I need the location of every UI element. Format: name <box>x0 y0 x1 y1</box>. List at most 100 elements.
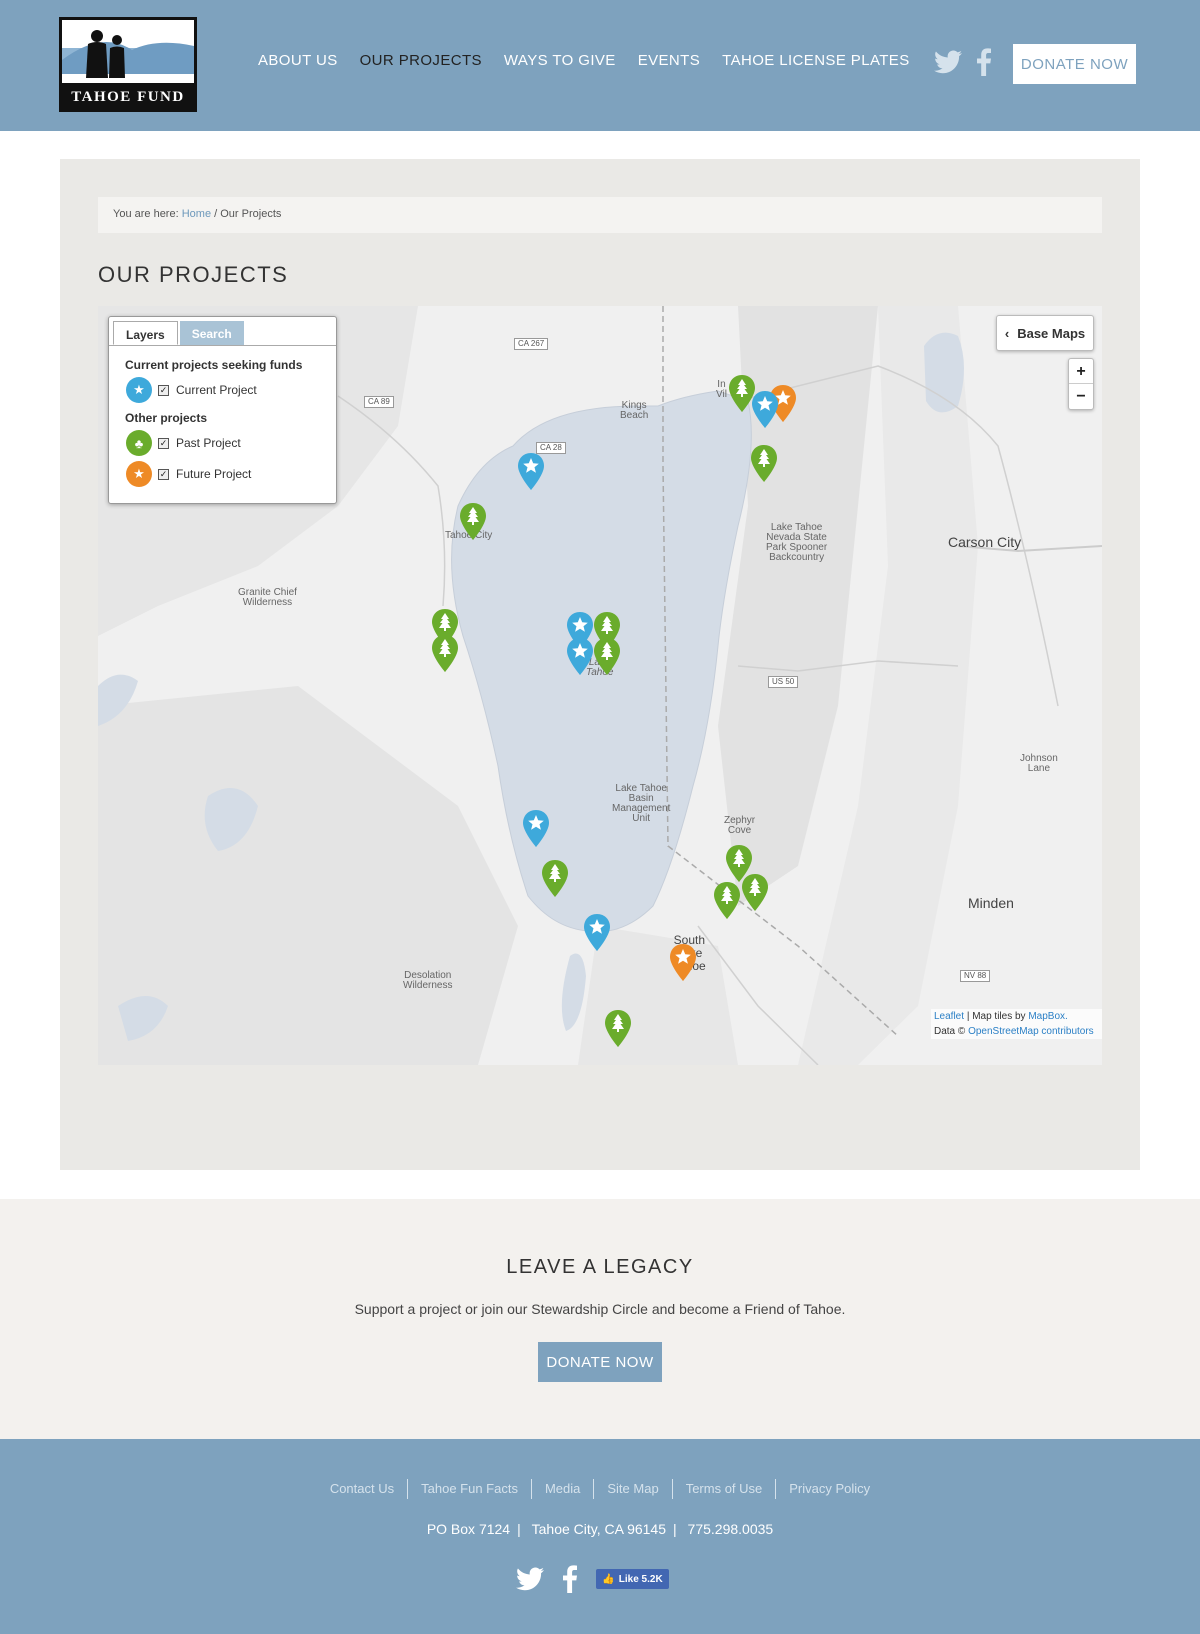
future-project-checkbox[interactable]: ✓ <box>158 468 169 480</box>
legend-current-row: ★ ✓ Current Project <box>126 377 336 403</box>
tiles-text: | Map tiles by <box>966 1011 1026 1022</box>
nav-tahoe-license-plates[interactable]: TAHOE LICENSE PLATES <box>722 52 910 69</box>
map-label-carson-city: Carson City <box>948 534 1022 550</box>
donate-now-button[interactable]: DONATE NOW <box>1013 44 1136 84</box>
nav-about-us[interactable]: ABOUT US <box>258 52 338 69</box>
current-project-marker[interactable] <box>516 452 546 492</box>
facebook-icon[interactable] <box>562 1565 578 1593</box>
footer-links: Contact Us Tahoe Fun Facts Media Site Ma… <box>0 1479 1200 1499</box>
zoom-in-button[interactable]: + <box>1069 359 1093 384</box>
footer-link-privacy-policy[interactable]: Privacy Policy <box>775 1479 883 1499</box>
nav-our-projects[interactable]: OUR PROJECTS <box>360 52 482 69</box>
layers-control: Layers Search Current projects seeking f… <box>108 316 337 504</box>
base-maps-button[interactable]: ‹ Base Maps <box>996 315 1094 351</box>
zoom-control: + − <box>1068 358 1094 410</box>
footer-link-contact-us[interactable]: Contact Us <box>317 1479 407 1499</box>
legend-current-label: Current Project <box>176 383 257 397</box>
breadcrumb: You are here: Home / Our Projects <box>98 197 1102 233</box>
map-label-granite-chief: Granite Chief Wilderness <box>238 587 297 608</box>
osm-link[interactable]: OpenStreetMap contributors <box>968 1026 1094 1037</box>
legend-past-row: ♣ ✓ Past Project <box>126 430 336 456</box>
fb-like-label: Like 5.2K <box>618 1573 663 1585</box>
past-project-checkbox[interactable]: ✓ <box>158 437 169 449</box>
current-project-marker[interactable] <box>750 390 780 430</box>
legend-past-label: Past Project <box>176 436 241 450</box>
road-shield-ca89: CA 89 <box>364 396 394 408</box>
breadcrumb-separator: / <box>214 208 218 220</box>
footer-city: Tahoe City, CA 96145 <box>531 1521 667 1537</box>
projects-map[interactable]: Kings Beach Tahoe City In Vil Granite Ch… <box>98 306 1102 1065</box>
logo-text: TAHOE FUND <box>71 89 185 105</box>
legend-future-row: ★ ✓ Future Project <box>126 461 336 487</box>
twitter-icon[interactable] <box>516 1567 544 1591</box>
content-panel: You are here: Home / Our Projects OUR PR… <box>60 159 1140 1170</box>
map-label-zephyr-cove: Zephyr Cove <box>724 815 756 836</box>
legacy-title: LEAVE A LEGACY <box>506 1256 694 1278</box>
past-project-marker[interactable] <box>430 634 460 674</box>
footer-link-terms-of-use[interactable]: Terms of Use <box>671 1479 776 1499</box>
breadcrumb-home-link[interactable]: Home <box>182 208 211 220</box>
breadcrumb-prefix: You are here: <box>113 208 179 220</box>
facebook-icon[interactable] <box>976 48 992 76</box>
zoom-out-button[interactable]: − <box>1069 384 1093 409</box>
twitter-icon[interactable] <box>934 50 962 74</box>
legend-other-heading: Other projects <box>125 411 208 425</box>
data-text: Data © <box>934 1026 966 1037</box>
map-label-desolation-wilderness: Desolation Wilderness <box>403 970 453 991</box>
past-project-marker[interactable] <box>540 859 570 899</box>
star-icon: ★ <box>126 377 152 403</box>
map-label-incline-village: In Vil <box>716 379 727 400</box>
past-project-marker[interactable] <box>712 881 742 921</box>
nav-ways-to-give[interactable]: WAYS TO GIVE <box>504 52 616 69</box>
page-title: OUR PROJECTS <box>98 262 289 287</box>
footer-link-site-map[interactable]: Site Map <box>593 1479 671 1499</box>
footer-phone[interactable]: 775.298.0035 <box>681 1521 781 1537</box>
main-nav: ABOUT US OUR PROJECTS WAYS TO GIVE EVENT… <box>258 52 932 69</box>
past-project-marker[interactable] <box>603 1009 633 1049</box>
past-project-marker[interactable] <box>749 444 779 484</box>
map-label-johnson-lane: Johnson Lane <box>1020 753 1058 774</box>
tab-layers[interactable]: Layers <box>113 321 178 345</box>
past-project-marker[interactable] <box>458 502 488 542</box>
footer-address: PO Box 7124 | Tahoe City, CA 96145 | 775.2… <box>0 1521 1200 1537</box>
map-label-spooner: Lake Tahoe Nevada State Park Spooner Bac… <box>766 522 828 563</box>
legend-future-label: Future Project <box>176 467 252 481</box>
layers-tabs: Layers Search <box>109 317 336 346</box>
map-attribution: Leaflet | Map tiles by MapBox. Data © Op… <box>931 1009 1102 1039</box>
legacy-donate-button[interactable]: DONATE NOW <box>538 1342 662 1382</box>
tree-icon: ♣ <box>126 430 152 456</box>
map-label-kings-beach: Kings Beach <box>620 400 649 421</box>
current-project-marker[interactable] <box>565 637 595 677</box>
footer-link-media[interactable]: Media <box>530 1479 593 1499</box>
footer-link-tahoe-fun-facts[interactable]: Tahoe Fun Facts <box>407 1479 531 1499</box>
map-label-basin-management: Lake Tahoe Basin Management Unit <box>612 783 671 824</box>
footer-social: 👍 Like 5.2K <box>516 1565 669 1593</box>
tahoe-fund-logo[interactable]: TAHOE FUND <box>59 17 197 112</box>
road-shield-nv88: NV 88 <box>960 970 991 982</box>
site-header: TAHOE FUND ABOUT US OUR PROJECTS WAYS TO… <box>0 0 1200 131</box>
facebook-like-button[interactable]: 👍 Like 5.2K <box>596 1569 669 1589</box>
legacy-text: Support a project or join our Stewardshi… <box>354 1301 846 1317</box>
map-label-minden: Minden <box>968 895 1014 911</box>
header-social <box>934 48 992 76</box>
legend-current-heading: Current projects seeking funds <box>125 358 303 372</box>
leaflet-link[interactable]: Leaflet <box>934 1011 964 1022</box>
road-shield-us50: US 50 <box>768 676 799 688</box>
past-project-marker[interactable] <box>592 637 622 677</box>
current-project-marker[interactable] <box>521 809 551 849</box>
chevron-left-icon: ‹ <box>1004 325 1010 341</box>
tab-search[interactable]: Search <box>179 321 244 345</box>
current-project-checkbox[interactable]: ✓ <box>158 384 169 396</box>
star-icon: ★ <box>126 461 152 487</box>
mapbox-link[interactable]: MapBox. <box>1028 1011 1067 1022</box>
future-project-marker[interactable] <box>668 943 698 983</box>
footer-po-box: PO Box 7124 <box>426 1521 511 1537</box>
leave-a-legacy-section: LEAVE A LEGACY Support a project or join… <box>0 1199 1200 1439</box>
current-project-marker[interactable] <box>582 913 612 953</box>
thumbs-up-icon: 👍 <box>602 1573 615 1585</box>
past-project-marker[interactable] <box>740 873 770 913</box>
site-footer: Contact Us Tahoe Fun Facts Media Site Ma… <box>0 1439 1200 1634</box>
breadcrumb-current: Our Projects <box>220 208 282 220</box>
road-shield-ca267: CA 267 <box>514 338 549 350</box>
nav-events[interactable]: EVENTS <box>638 52 700 69</box>
